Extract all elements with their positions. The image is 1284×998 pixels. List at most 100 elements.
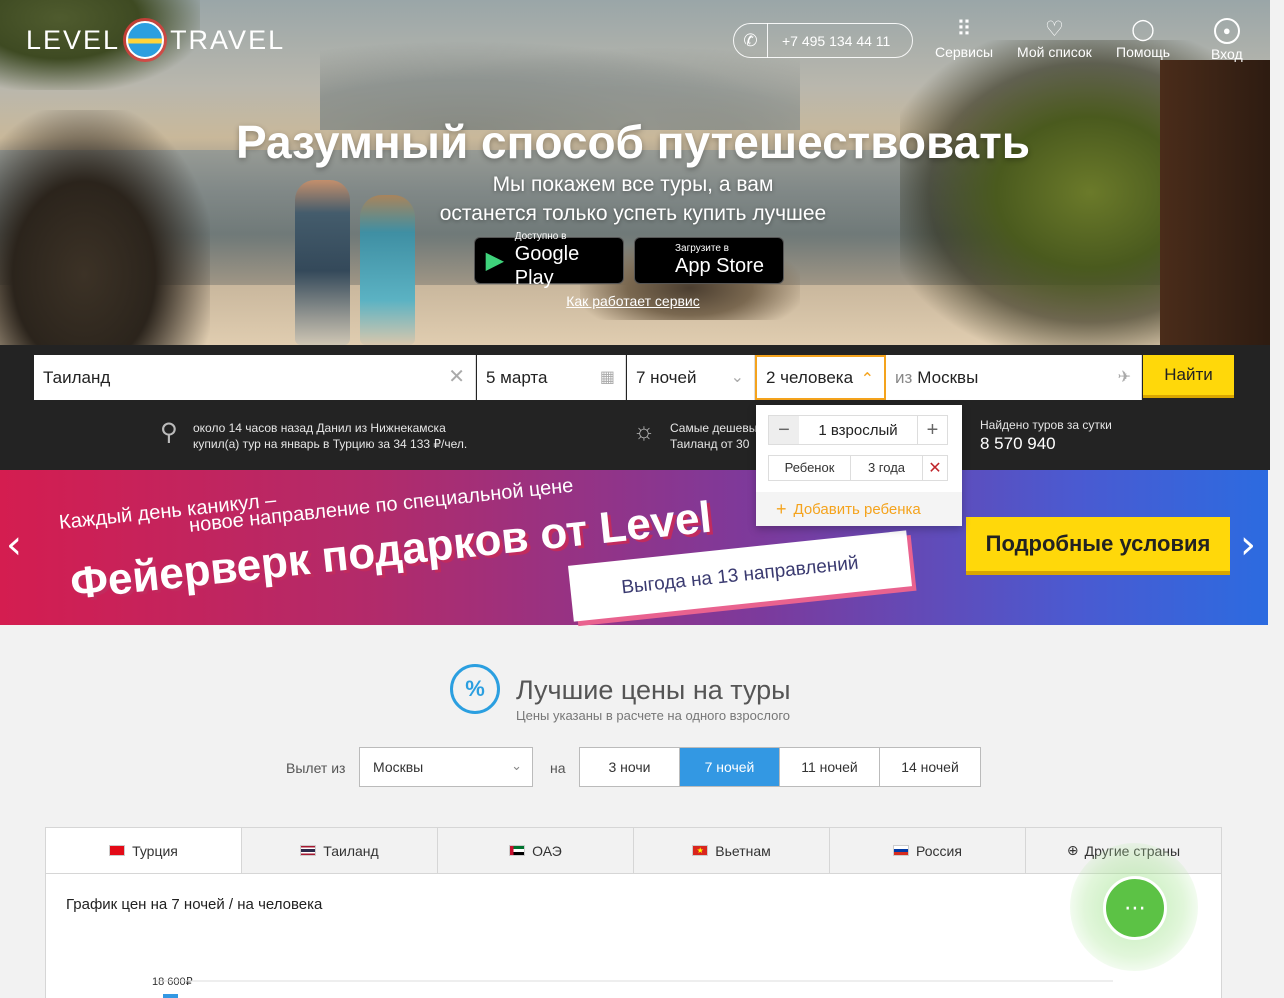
find-button[interactable]: Найти: [1143, 355, 1234, 398]
adults-value: 1 взрослый: [818, 421, 898, 439]
phone-button[interactable]: ✆ +7 495 134 44 11: [733, 23, 913, 58]
add-child-label: Добавить ребенка: [793, 500, 921, 518]
banner-prev-icon[interactable]: ‹: [6, 522, 22, 568]
add-child-button[interactable]: + Добавить ребенка: [756, 492, 962, 526]
people-value: 2 человека: [766, 367, 854, 387]
date-value: 5 марта: [486, 367, 548, 387]
tab-russia[interactable]: Россия: [830, 828, 1026, 873]
adults-stepper: − 1 взрослый +: [768, 415, 948, 445]
people-select[interactable]: 2 человека ⌃: [755, 355, 886, 400]
cheapest-line1: Самые дешевы: [670, 421, 758, 435]
departure-value: Москвы: [917, 367, 979, 387]
google-play-small: Доступно в: [514, 231, 567, 242]
heart-icon: ♡: [1044, 18, 1064, 41]
plus-button[interactable]: +: [917, 416, 947, 444]
nav-login[interactable]: ● Вход: [1211, 18, 1243, 62]
price-bar[interactable]: [163, 994, 178, 998]
clear-icon[interactable]: ✕: [448, 364, 465, 389]
grid-icon: ⠿: [956, 18, 972, 41]
nav-help[interactable]: ◯ Помощь: [1116, 18, 1170, 60]
nav-help-label: Помощь: [1116, 44, 1171, 60]
calendar-icon: ▦: [599, 369, 615, 386]
nights-tab-11[interactable]: 11 ночей: [780, 748, 880, 786]
y-tick-label: 18 600₽: [152, 976, 193, 988]
thailand-flag-icon: [300, 845, 317, 856]
destination-input[interactable]: Таиланд ✕: [34, 355, 476, 400]
nav-my-list-label: Мой список: [1017, 44, 1092, 60]
tab-vietnam-label: Вьетнам: [715, 842, 771, 859]
tab-thailand-label: Таиланд: [323, 842, 379, 859]
destination-value: Таиланд: [43, 367, 111, 387]
banner-next-icon[interactable]: ›: [1240, 522, 1256, 568]
google-play-icon: ▶: [485, 247, 505, 274]
remove-child-icon[interactable]: ✕: [923, 458, 947, 478]
app-store-button[interactable]: Загрузите в App Store: [634, 237, 784, 284]
tab-uae[interactable]: ОАЭ: [438, 828, 634, 873]
percent-badge-icon: %: [450, 664, 500, 714]
bulb-icon: ◯: [1131, 18, 1155, 41]
logo-ball-icon: [126, 21, 165, 59]
departure-city-select[interactable]: Москвы ⌄: [359, 747, 533, 787]
departure-prefix: из: [895, 367, 913, 387]
departure-label: Вылет из: [286, 760, 346, 776]
chat-icon: ⋯: [1124, 895, 1146, 920]
guests-dropdown: − 1 взрослый + Ребенок 3 года ✕ + Добави…: [756, 405, 962, 526]
how-it-works-link[interactable]: Как работает сервис: [0, 293, 1266, 309]
logo-text-left: LEVEL: [26, 24, 121, 55]
logo[interactable]: LEVEL TRAVEL: [26, 20, 285, 60]
tab-turkey-label: Турция: [132, 842, 178, 859]
tours-found-label: Найдено туров за сутки: [980, 418, 1112, 432]
nights-tab-14[interactable]: 14 ночей: [880, 748, 980, 786]
best-prices-subtitle: Цены указаны в расчете на одного взросло…: [516, 708, 791, 723]
price-chart: 18 600₽: [152, 976, 1113, 998]
turkey-flag-icon: [109, 845, 126, 856]
recent-purchase-line2: купил(а) тур на январь в Турцию за 34 13…: [193, 437, 468, 451]
nights-tab-7[interactable]: 7 ночей: [680, 748, 780, 786]
country-tabs: Турция Таиланд ОАЭ ★ Вьетнам Россия ⊕ Др…: [45, 827, 1222, 874]
tab-thailand[interactable]: Таиланд: [242, 828, 438, 873]
cheapest-tours: Самые дешевы Таиланд от 30: [670, 420, 757, 452]
cheapest-line2: Таиланд от 30: [670, 437, 750, 451]
nav-my-list[interactable]: ♡ Мой список: [1017, 18, 1092, 60]
vietnam-flag-icon: ★: [692, 845, 709, 856]
uae-flag-icon: [509, 845, 526, 856]
price-chart-panel: График цен на 7 ночей / на человека 18 6…: [45, 874, 1222, 998]
tab-vietnam[interactable]: ★ Вьетнам: [634, 828, 830, 873]
nights-tab-3[interactable]: 3 ночи: [580, 748, 680, 786]
recent-purchase: около 14 часов назад Данил из Нижнекамск…: [193, 420, 467, 452]
person-icon: ⚲: [160, 419, 178, 446]
hero-subline-2: останется только успеть купить лучшее: [439, 202, 827, 225]
russia-flag-icon: [893, 845, 910, 856]
child-row: Ребенок 3 года ✕: [768, 455, 948, 481]
departure-city-value: Москвы: [373, 759, 424, 775]
on-label: на: [550, 760, 566, 776]
plus-icon: +: [776, 498, 787, 519]
user-icon: ●: [1213, 18, 1240, 44]
nights-value: 7 ночей: [636, 367, 697, 387]
app-store-small: Загрузите в: [675, 243, 729, 254]
tab-turkey[interactable]: Турция: [46, 828, 242, 873]
nav-services[interactable]: ⠿ Сервисы: [935, 18, 993, 60]
child-age-select[interactable]: 3 года: [851, 456, 923, 480]
phone-number: +7 495 134 44 11: [782, 32, 891, 49]
banner-cta-button[interactable]: Подробные условия: [966, 517, 1230, 575]
date-input[interactable]: 5 марта ▦: [477, 355, 626, 400]
hero-headline: Разумный способ путешествовать: [235, 116, 1031, 168]
beach-icon: ☼: [633, 418, 655, 445]
logo-text-right: TRAVEL: [170, 24, 286, 55]
child-label: Ребенок: [769, 456, 851, 480]
chevron-up-icon: ⌃: [860, 371, 874, 388]
departure-city-input[interactable]: из Москвы ✈: [886, 355, 1142, 400]
google-play-big: Google Play: [514, 243, 580, 289]
recent-purchase-line1: около 14 часов назад Данил из Нижнекамск…: [193, 421, 446, 435]
plane-icon: ✈: [1117, 369, 1131, 386]
nights-tabs: 3 ночи 7 ночей 11 ночей 14 ночей: [579, 747, 981, 787]
nights-select[interactable]: 7 ночей ⌄: [627, 355, 755, 400]
google-play-button[interactable]: ▶ Доступно в Google Play: [474, 231, 624, 289]
tours-found: Найдено туров за сутки 8 570 940: [980, 417, 1112, 455]
chat-button[interactable]: ⋯: [1103, 876, 1167, 940]
chevron-down-icon: ⌄: [511, 758, 522, 773]
app-store-big: App Store: [675, 255, 764, 277]
phone-icon: ✆: [734, 23, 768, 58]
minus-button[interactable]: −: [769, 416, 799, 444]
